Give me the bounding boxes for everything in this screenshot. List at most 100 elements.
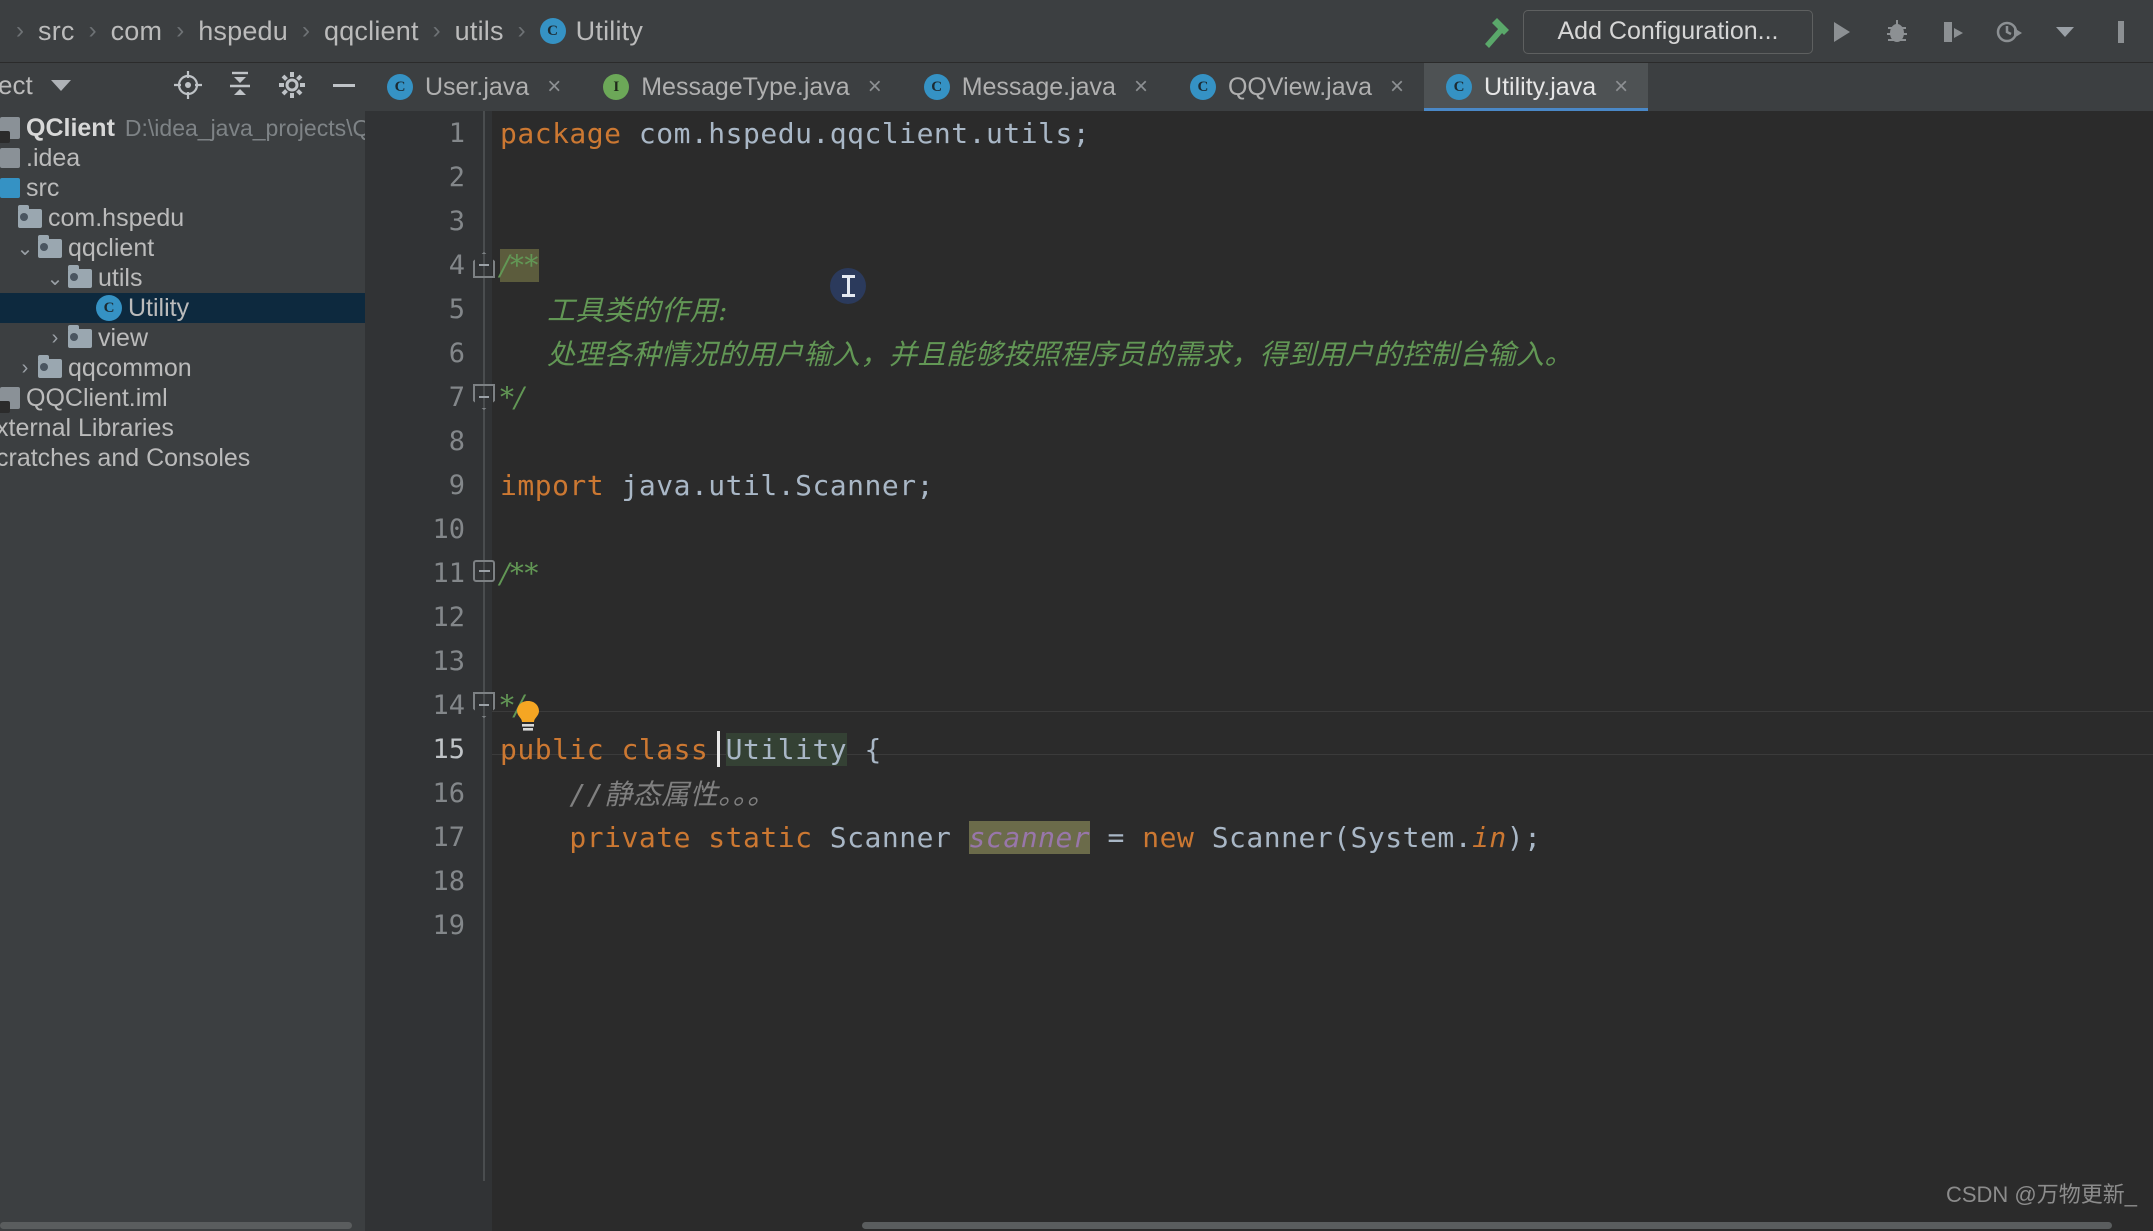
chevron-down-icon[interactable]: ⌄: [12, 236, 38, 261]
breadcrumb-separator: ›: [88, 17, 97, 44]
breadcrumb-item-hspedu[interactable]: hspedu: [196, 16, 290, 47]
tree-item-qqclient[interactable]: ⌄ qqclient: [0, 233, 365, 263]
close-icon[interactable]: ×: [1134, 73, 1148, 101]
code-token: 工具类的作用:: [500, 294, 728, 327]
code-line-4[interactable]: 4 /**: [365, 243, 2153, 287]
watermark: CSDN @万物更新_: [1945, 1182, 2137, 1207]
breadcrumb-item-qqclient[interactable]: qqclient: [322, 16, 421, 47]
breadcrumb-separator: ›: [301, 17, 310, 44]
code-line-7[interactable]: 7 */: [365, 375, 2153, 419]
code-line-12[interactable]: 12: [365, 595, 2153, 639]
breadcrumb-separator: ›: [517, 17, 526, 44]
breadcrumb-item-utils[interactable]: utils: [453, 16, 506, 47]
tab-user-java[interactable]: C User.java ×: [365, 63, 581, 111]
code-line-18[interactable]: 18: [365, 859, 2153, 903]
tree-item-utility[interactable]: C Utility: [0, 293, 365, 323]
search-everywhere-icon[interactable]: [2093, 9, 2149, 55]
line-number: 4: [448, 249, 465, 281]
profiler-icon[interactable]: [1981, 9, 2037, 55]
code-token: com.hspedu.qqclient.utils;: [638, 116, 1091, 150]
tree-item-qqclient-iml[interactable]: QQClient.iml: [0, 383, 365, 413]
interface-icon: I: [603, 74, 630, 100]
project-panel-title[interactable]: ect: [0, 70, 33, 101]
line-number: 6: [448, 337, 465, 369]
close-icon[interactable]: ×: [1390, 73, 1404, 101]
tab-label: MessageType.java: [641, 72, 850, 101]
tree-item-qqcommon[interactable]: › qqcommon: [0, 353, 365, 383]
fold-end-icon[interactable]: [473, 384, 497, 410]
close-icon[interactable]: ×: [1614, 73, 1628, 101]
line-number: 12: [432, 601, 465, 633]
tree-item-view[interactable]: › view: [0, 323, 365, 353]
hammer-icon[interactable]: [1471, 10, 1523, 54]
code-line-6[interactable]: 6 处理各种情况的用户输入，并且能够按照程序员的需求，得到用户的控制台输入。: [365, 331, 2153, 375]
chevron-down-icon[interactable]: [2037, 9, 2093, 55]
code-line-8[interactable]: 8: [365, 419, 2153, 463]
close-icon[interactable]: ×: [547, 73, 561, 101]
chevron-right-icon[interactable]: ›: [42, 327, 68, 350]
toolbar-actions: Add Configuration...: [1471, 0, 2153, 63]
editor-horizontal-scrollbar[interactable]: [492, 1219, 2153, 1231]
code-line-1[interactable]: 1 package com.hspedu.qqclient.utils;: [365, 111, 2153, 155]
line-number: 13: [432, 645, 465, 677]
code-line-14[interactable]: 14 */: [365, 683, 2153, 731]
run-icon[interactable]: [1813, 9, 1869, 55]
tree-item-src[interactable]: src: [0, 173, 365, 203]
fold-start-icon[interactable]: [473, 252, 497, 278]
breadcrumb-item-com[interactable]: com: [109, 16, 165, 47]
iml-file-icon: [0, 387, 20, 413]
breadcrumb-separator: ›: [176, 17, 185, 44]
source-root-icon: [0, 178, 20, 198]
chevron-right-icon[interactable]: ›: [12, 357, 38, 380]
run-with-coverage-icon[interactable]: [1925, 9, 1981, 55]
fold-end-icon[interactable]: [473, 692, 497, 718]
code-line-19[interactable]: 19: [365, 903, 2153, 947]
code-line-16[interactable]: 16 //静态属性。。。: [365, 771, 2153, 815]
navigation-bar: › src › com › hspedu › qqclient › utils …: [0, 0, 2153, 63]
code-editor[interactable]: 1 package com.hspedu.qqclient.utils; 2 3…: [365, 111, 2153, 1231]
tree-item-project-root[interactable]: QClient D:\idea_java_projects\QQClient: [0, 113, 447, 143]
line-content: import java.util.Scanner;: [500, 469, 934, 502]
tree-item-com-hspedu[interactable]: com.hspedu: [0, 203, 365, 233]
chevron-down-icon[interactable]: [50, 79, 71, 91]
debug-icon[interactable]: [1869, 9, 1925, 55]
tree-item-label: qqclient: [68, 233, 155, 262]
code-token: //静态属性。。。: [500, 778, 776, 811]
breadcrumb-item-utility[interactable]: C Utility: [538, 16, 645, 47]
add-configuration-button[interactable]: Add Configuration...: [1523, 9, 1813, 54]
code-line-10[interactable]: 10: [365, 507, 2153, 551]
chevron-down-icon[interactable]: ⌄: [42, 266, 68, 291]
tree-item-scratches-and-consoles[interactable]: cratches and Consoles: [0, 443, 365, 473]
line-number: 11: [432, 557, 465, 589]
code-line-5[interactable]: 5 工具类的作用:: [365, 287, 2153, 331]
tree-item-label: view: [98, 323, 149, 352]
tab-message-java[interactable]: C Message.java ×: [902, 63, 1168, 111]
code-line-9[interactable]: 9 import java.util.Scanner;: [365, 463, 2153, 507]
package-icon: [18, 204, 42, 228]
locate-icon[interactable]: [171, 68, 205, 102]
tree-item-utils[interactable]: ⌄ utils: [0, 263, 365, 293]
tab-qqview-java[interactable]: C QQView.java ×: [1168, 63, 1424, 111]
code-line-15[interactable]: 15 public class Utility {: [365, 727, 2153, 771]
collapse-all-icon[interactable]: [223, 68, 257, 102]
fold-start-icon[interactable]: [473, 560, 497, 586]
breadcrumb-item-src[interactable]: src: [36, 16, 77, 47]
hide-icon[interactable]: [327, 68, 361, 102]
tab-utility-java[interactable]: C Utility.java ×: [1424, 63, 1649, 111]
project-tree: QClient D:\idea_java_projects\QQClient .…: [0, 113, 447, 473]
line-number: 19: [432, 909, 465, 941]
package-icon: [68, 324, 92, 348]
code-line-11[interactable]: 11 /**: [365, 551, 2153, 595]
close-icon[interactable]: ×: [868, 73, 882, 101]
code-line-13[interactable]: 13: [365, 639, 2153, 683]
tree-item-idea[interactable]: .idea: [0, 143, 365, 173]
tree-item-external-libraries[interactable]: xternal Libraries: [0, 413, 365, 443]
code-line-17[interactable]: 17 private static Scanner scanner = new …: [365, 815, 2153, 859]
class-icon: C: [387, 74, 413, 100]
tab-messagetype-java[interactable]: I MessageType.java ×: [581, 63, 901, 111]
line-number: 2: [448, 161, 465, 193]
settings-gear-icon[interactable]: [275, 68, 309, 102]
sidebar-horizontal-scrollbar[interactable]: [0, 1219, 365, 1231]
code-line-3[interactable]: 3: [365, 199, 2153, 243]
code-line-2[interactable]: 2: [365, 155, 2153, 199]
